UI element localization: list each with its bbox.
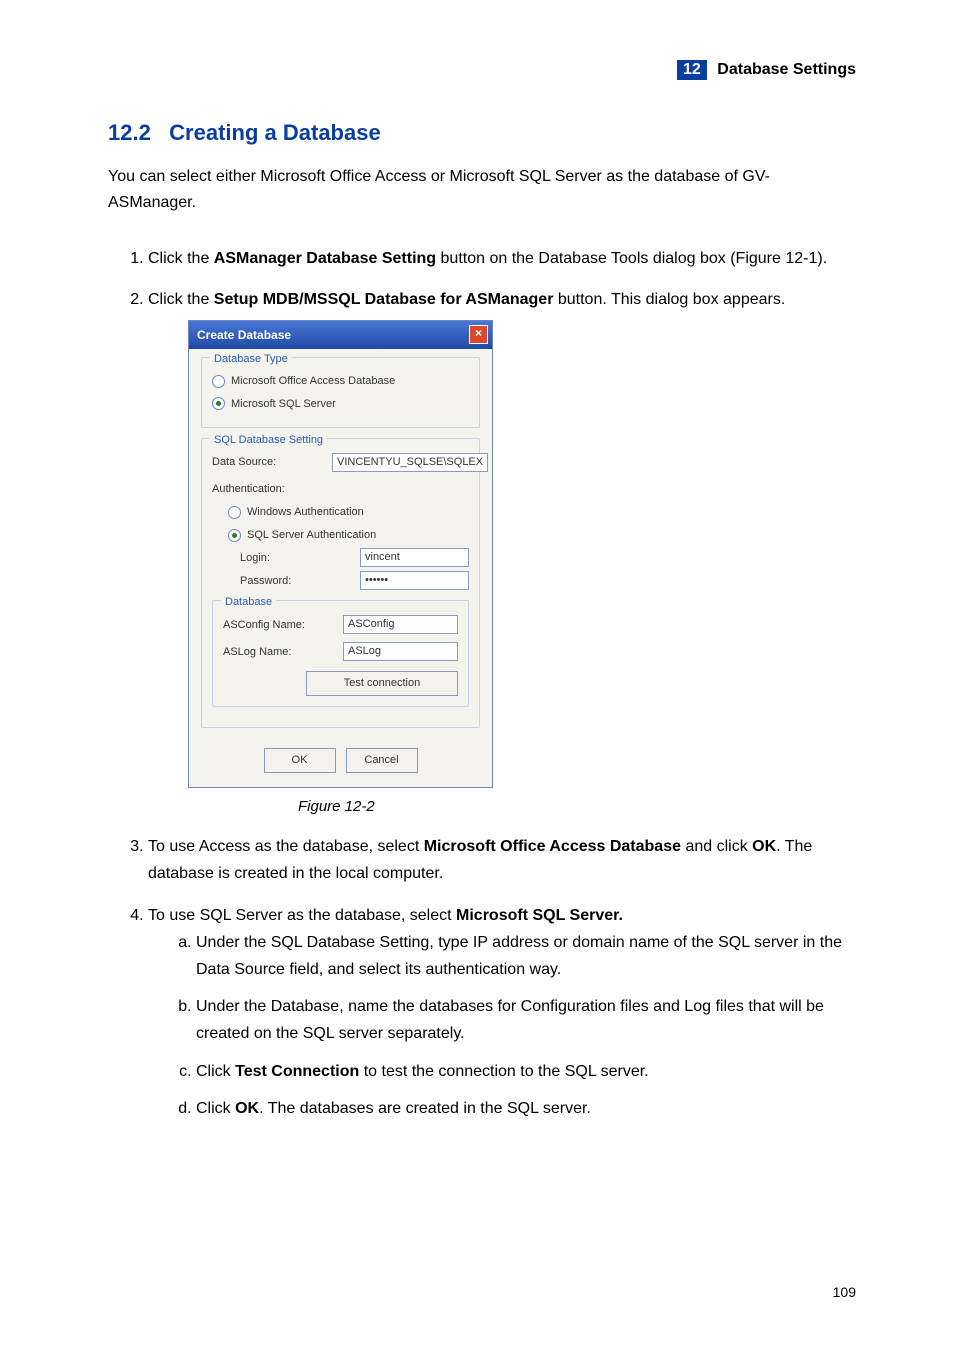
step-1: Click the ASManager Database Setting but… <box>148 245 856 272</box>
dialog-titlebar: Create Database × <box>189 321 492 349</box>
radio-sqlauth[interactable]: SQL Server Authentication <box>212 526 469 545</box>
create-database-dialog: Create Database × Database Type Microsof… <box>188 320 493 788</box>
substep-c: Click Test Connection to test the connec… <box>196 1058 856 1085</box>
dialog-button-bar: OK Cancel <box>201 748 480 773</box>
top-steps: Click the ASManager Database Setting but… <box>108 245 856 1122</box>
chapter-badge: 12 <box>677 60 707 80</box>
radio-access[interactable]: Microsoft Office Access Database <box>212 372 469 391</box>
page-header: 12 Database Settings <box>108 60 856 80</box>
intro-paragraph: You can select either Microsoft Office A… <box>108 164 856 215</box>
dialog-figure: Create Database × Database Type Microsof… <box>188 320 493 788</box>
bold-term: Microsoft SQL Server. <box>456 907 623 924</box>
step-4: To use SQL Server as the database, selec… <box>148 902 856 1122</box>
label: ASLog Name: <box>223 643 343 662</box>
group-sql-setting: SQL Database Setting Data Source: VINCEN… <box>201 438 480 728</box>
radio-winauth[interactable]: Windows Authentication <box>212 503 469 522</box>
section-title: Creating a Database <box>169 120 381 145</box>
substep-a: Under the SQL Database Setting, type IP … <box>196 929 856 983</box>
group-legend: Database Type <box>210 350 292 369</box>
radio-icon <box>212 397 225 410</box>
dialog-title: Create Database <box>197 325 291 345</box>
radio-icon <box>212 375 225 388</box>
field-password: Password: •••••• <box>212 571 469 590</box>
text: To use SQL Server as the database, selec… <box>148 907 456 924</box>
text: button on the Database Tools dialog box … <box>436 250 827 267</box>
radio-label: Windows Authentication <box>247 503 364 522</box>
aslog-input[interactable]: ASLog <box>343 642 458 661</box>
label: Data Source: <box>212 453 332 472</box>
field-aslog: ASLog Name: ASLog <box>223 642 458 661</box>
bold-term: ASManager Database Setting <box>214 250 436 267</box>
radio-icon <box>228 506 241 519</box>
text: Click the <box>148 250 214 267</box>
close-icon[interactable]: × <box>469 325 488 344</box>
label: ASConfig Name: <box>223 616 343 635</box>
section-number: 12.2 <box>108 120 151 145</box>
bold-term: OK <box>235 1100 259 1117</box>
group-legend: Database <box>221 593 276 612</box>
auth-label: Authentication: <box>212 480 469 499</box>
text: Click <box>196 1063 235 1080</box>
dialog-body: Database Type Microsoft Office Access Da… <box>189 349 492 787</box>
substep-d: Click OK. The databases are created in t… <box>196 1095 856 1122</box>
chapter-title: Database Settings <box>717 61 856 78</box>
label: Login: <box>212 549 360 568</box>
asconfig-input[interactable]: ASConfig <box>343 615 458 634</box>
radio-label: Microsoft SQL Server <box>231 395 336 414</box>
text: To use Access as the database, select <box>148 838 424 855</box>
substep-b: Under the Database, name the databases f… <box>196 993 856 1047</box>
radio-label: Microsoft Office Access Database <box>231 372 395 391</box>
bold-term: OK <box>752 838 776 855</box>
text: . The databases are created in the SQL s… <box>259 1100 591 1117</box>
substeps: Under the SQL Database Setting, type IP … <box>148 929 856 1122</box>
label: Password: <box>212 572 360 591</box>
ok-button[interactable]: OK <box>264 748 336 773</box>
radio-icon <box>228 529 241 542</box>
password-input[interactable]: •••••• <box>360 571 469 590</box>
bold-term: Test Connection <box>235 1063 359 1080</box>
login-input[interactable]: vincent <box>360 548 469 567</box>
field-datasource: Data Source: VINCENTYU_SQLSE\SQLEX <box>212 453 469 472</box>
step-2: Click the Setup MDB/MSSQL Database for A… <box>148 286 856 819</box>
step-3: To use Access as the database, select Mi… <box>148 833 856 887</box>
field-login: Login: vincent <box>212 548 469 567</box>
radio-mssql[interactable]: Microsoft SQL Server <box>212 395 469 414</box>
group-legend: SQL Database Setting <box>210 431 327 450</box>
datasource-input[interactable]: VINCENTYU_SQLSE\SQLEX <box>332 453 488 472</box>
group-database-type: Database Type Microsoft Office Access Da… <box>201 357 480 428</box>
text: Click the <box>148 291 214 308</box>
text: button. This dialog box appears. <box>553 291 785 308</box>
section-heading: 12.2 Creating a Database <box>108 120 856 146</box>
cancel-button[interactable]: Cancel <box>346 748 418 773</box>
text: Click <box>196 1100 235 1117</box>
bold-term: Setup MDB/MSSQL Database for ASManager <box>214 291 554 308</box>
bold-term: Microsoft Office Access Database <box>424 838 681 855</box>
figure-caption: Figure 12-2 <box>298 794 856 820</box>
radio-label: SQL Server Authentication <box>247 526 376 545</box>
test-connection-button[interactable]: Test connection <box>306 671 458 696</box>
text: and click <box>681 838 752 855</box>
field-asconfig: ASConfig Name: ASConfig <box>223 615 458 634</box>
text: to test the connection to the SQL server… <box>359 1063 648 1080</box>
page-number: 109 <box>833 1284 856 1300</box>
group-database: Database ASConfig Name: ASConfig ASLog N… <box>212 600 469 707</box>
